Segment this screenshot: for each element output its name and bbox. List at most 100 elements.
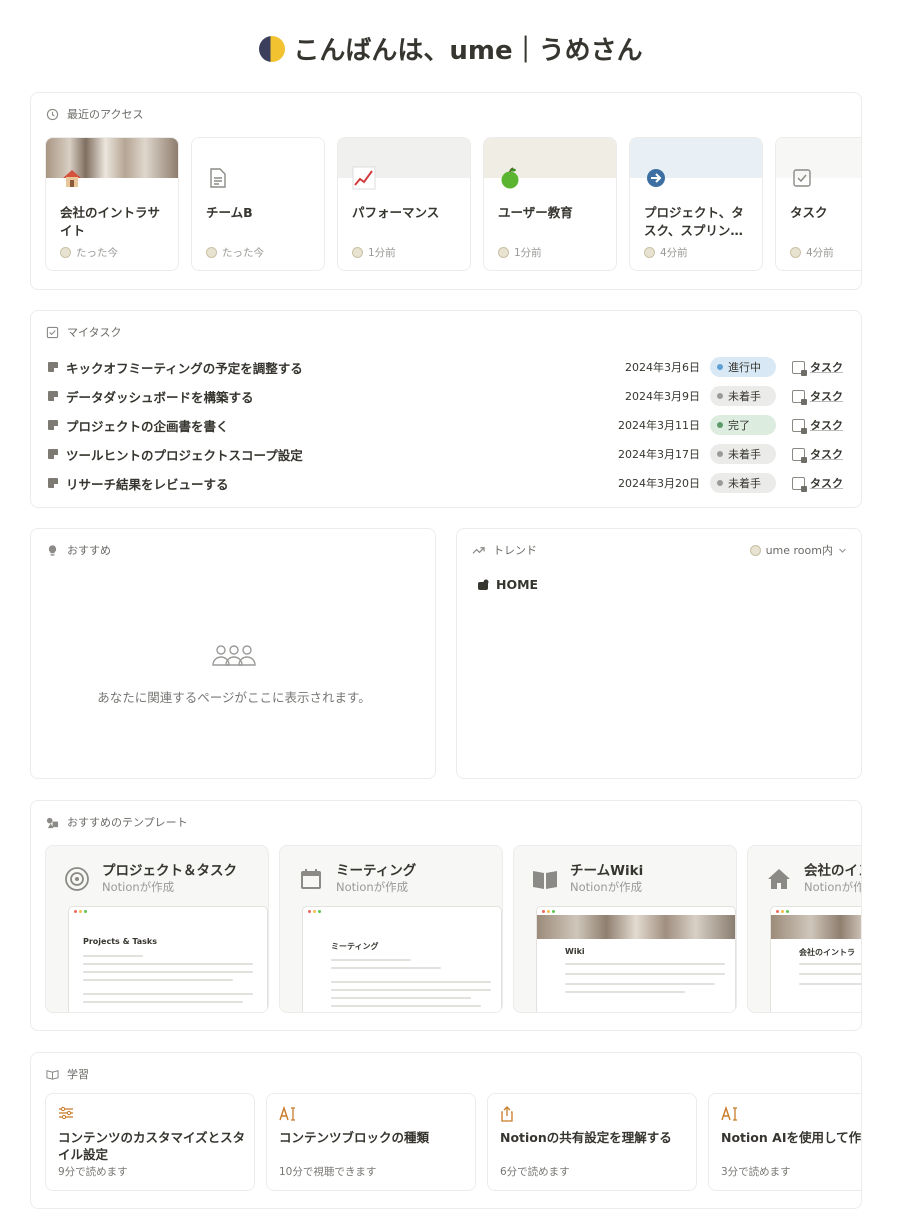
trend-item-label: HOME (496, 577, 539, 592)
trend-heading-label: トレンド (493, 544, 537, 557)
trend-item-home[interactable]: HOME (477, 577, 538, 592)
share-icon (500, 1106, 514, 1126)
task-database-link[interactable]: タスク (792, 388, 848, 405)
template-title: ミーティング (336, 863, 417, 879)
status-dot (717, 393, 723, 399)
tasks-heading-label: マイタスク (67, 326, 122, 339)
task-page-icon (48, 391, 58, 401)
checkbox-icon (792, 360, 807, 376)
task-row[interactable]: ツールヒントのプロジェクトスコープ設定 2024年3月17日 未着手 タスク (48, 440, 848, 468)
task-link-label: タスク (810, 477, 843, 490)
recent-card-time: たった今 (206, 245, 264, 260)
template-card[interactable]: ミーティング Notionが作成 ミーティング (279, 845, 503, 1013)
room-label: ume room内 (765, 544, 833, 557)
recent-card[interactable]: ユーザー教育 1分前 (483, 137, 617, 271)
avatar (60, 247, 71, 258)
recommend-heading: おすすめ (46, 542, 111, 558)
book-icon (532, 866, 558, 892)
recent-card-time: 4分前 (644, 245, 688, 260)
recent-card-title: プロジェクト、タスク、スプリン… (644, 205, 744, 238)
home-page-icon (478, 579, 489, 590)
template-preview: 会社のイントラ (770, 906, 861, 1012)
window-lights (308, 910, 321, 913)
task-name: リサーチ結果をレビューする (66, 476, 229, 492)
room-selector[interactable]: ume room内 (749, 542, 847, 558)
recent-card-title: ユーザー教育 (498, 205, 573, 220)
house-icon (60, 166, 84, 190)
trend-panel: トレンド ume room内 HOME (456, 528, 862, 779)
avatar (206, 247, 217, 258)
status-label: 進行中 (728, 361, 761, 374)
recent-card[interactable]: パフォーマンス 1分前 (337, 137, 471, 271)
checkbox-icon (46, 326, 59, 338)
recent-panel: 最近のアクセス 会社のイントラサイト たった今 チームB たった今 パフォーマン… (30, 92, 862, 290)
template-card[interactable]: 会社のイン Notionが作 会社のイントラ (747, 845, 861, 1013)
task-database-link[interactable]: タスク (792, 475, 848, 492)
status-dot (717, 480, 723, 486)
avatar (498, 247, 509, 258)
status-dot (717, 451, 723, 457)
recent-card-time: たった今 (60, 245, 118, 260)
template-title: 会社のイン (804, 863, 861, 879)
task-database-link[interactable]: タスク (792, 359, 848, 376)
template-subtitle: Notionが作成 (102, 880, 175, 894)
status-badge[interactable]: 未着手 (710, 473, 776, 493)
time-label: 4分前 (660, 247, 688, 259)
template-title: チームWiki (570, 863, 644, 879)
template-title: プロジェクト＆タスク (102, 863, 237, 879)
learn-card[interactable]: コンテンツのカスタマイズとスタイル設定 9分で読めます (45, 1093, 255, 1191)
time-label: 1分前 (514, 247, 542, 259)
document-icon (206, 166, 230, 190)
recent-card[interactable]: 会社のイントラサイト たった今 (45, 137, 179, 271)
task-row[interactable]: データダッシュボードを構築する 2024年3月9日 未着手 タスク (48, 382, 848, 410)
house-icon (766, 866, 792, 892)
time-label: 4分前 (806, 247, 834, 259)
calendar-icon (298, 866, 324, 892)
status-badge[interactable]: 完了 (710, 415, 776, 435)
learning-panel: 学習 コンテンツのカスタマイズとスタイル設定 9分で読めます コンテンツブロック… (30, 1052, 862, 1209)
learn-title: Notionの共有設定を理解する (500, 1130, 672, 1145)
learn-meta: 6分で読めます (500, 1166, 570, 1178)
task-date: 2024年3月20日 (618, 477, 700, 490)
learn-card[interactable]: Notion AIを使用して作業アップ 3分で読めます (708, 1093, 861, 1191)
text-cursor-icon (279, 1105, 297, 1126)
empty-message: あなたに関連するページがここに表示されます。 (97, 690, 371, 705)
learn-card[interactable]: コンテンツブロックの種類 10分で視聴できます (266, 1093, 476, 1191)
status-badge[interactable]: 未着手 (710, 444, 776, 464)
status-dot (717, 364, 723, 370)
template-card[interactable]: プロジェクト＆タスク Notionが作成 Projects & Tasks (45, 845, 269, 1013)
preview-banner (771, 915, 861, 939)
task-database-link[interactable]: タスク (792, 446, 848, 463)
status-dot (717, 422, 723, 428)
time-label: たった今 (76, 247, 118, 259)
trending-icon (472, 546, 485, 554)
open-book-icon (46, 1069, 59, 1080)
template-preview: Wiki (536, 906, 736, 1012)
status-badge[interactable]: 進行中 (710, 357, 776, 377)
status-badge[interactable]: 未着手 (710, 386, 776, 406)
recommend-heading-label: おすすめ (67, 544, 111, 557)
avatar (352, 247, 363, 258)
learn-card[interactable]: Notionの共有設定を理解する 6分で読めます (487, 1093, 697, 1191)
avatar (790, 247, 801, 258)
recent-card-title: パフォーマンス (352, 205, 440, 220)
task-row[interactable]: キックオフミーティングの予定を調整する 2024年3月6日 進行中 タスク (48, 353, 848, 381)
template-card[interactable]: チームWiki Notionが作成 Wiki (513, 845, 737, 1013)
recent-card-title: 会社のイントラサイト (60, 205, 161, 238)
checkbox-icon (792, 389, 807, 405)
learn-heading: 学習 (46, 1066, 89, 1082)
task-row[interactable]: リサーチ結果をレビューする 2024年3月20日 未着手 タスク (48, 469, 848, 497)
task-name: ツールヒントのプロジェクトスコープ設定 (66, 447, 303, 463)
recent-card[interactable]: タスク 4分前 (775, 137, 861, 271)
template-subtitle: Notionが作成 (336, 880, 409, 894)
task-row[interactable]: プロジェクトの企画書を書く 2024年3月11日 完了 タスク (48, 411, 848, 439)
window-lights (74, 910, 87, 913)
recent-card[interactable]: プロジェクト、タスク、スプリン… 4分前 (629, 137, 763, 271)
recent-card[interactable]: チームB たった今 (191, 137, 325, 271)
template-preview: Projects & Tasks (68, 906, 268, 1012)
recent-heading-label: 最近のアクセス (67, 108, 144, 121)
apple-icon (498, 166, 522, 190)
task-database-link[interactable]: タスク (792, 417, 848, 434)
status-label: 未着手 (728, 477, 761, 490)
status-label: 完了 (728, 419, 750, 432)
